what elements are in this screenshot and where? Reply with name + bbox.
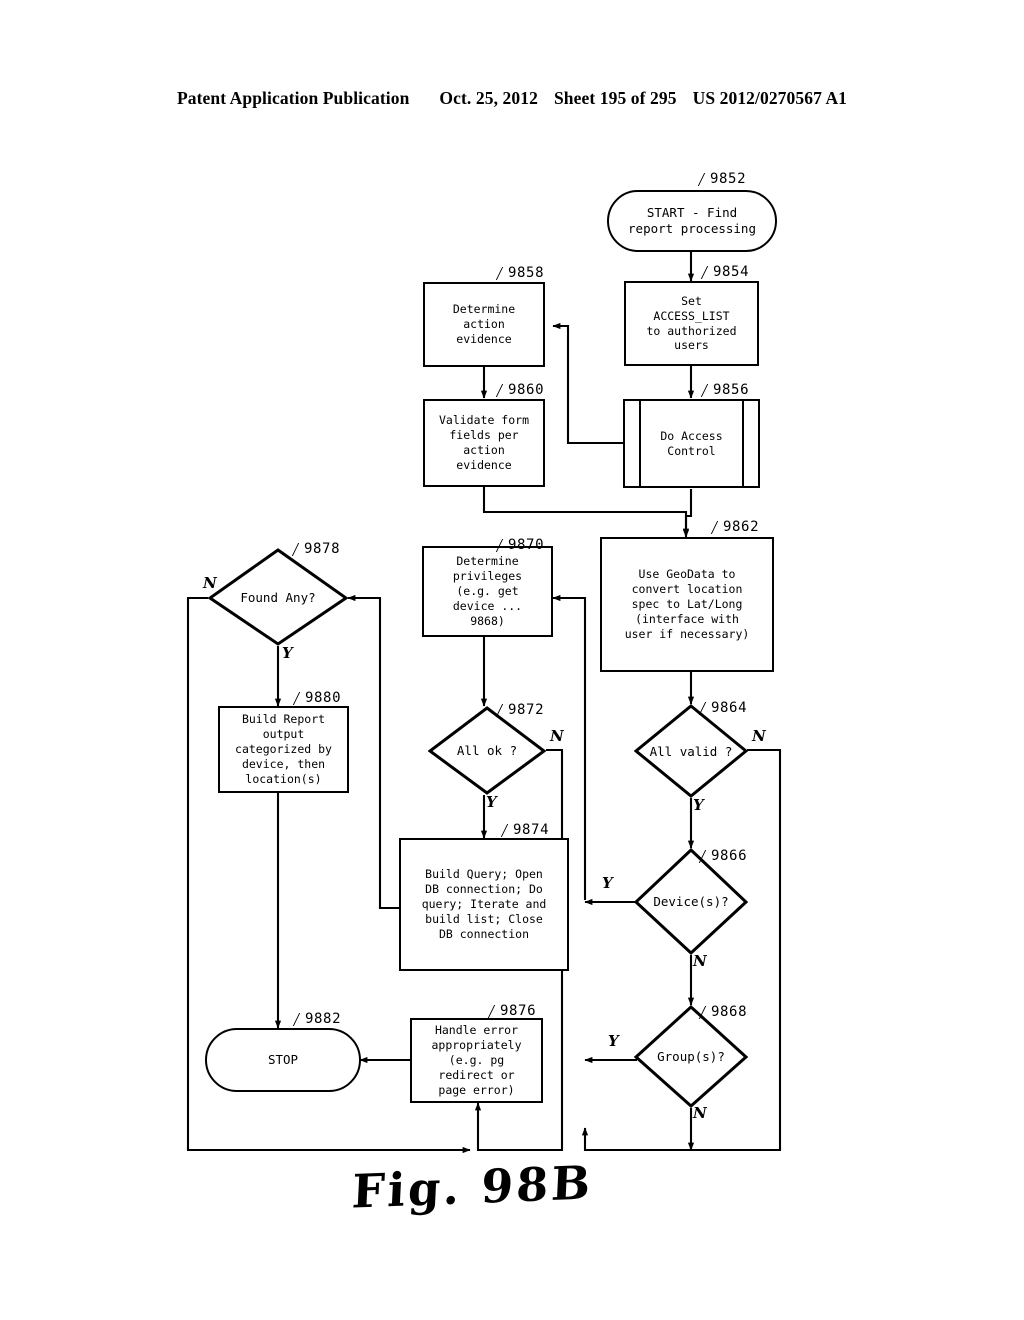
node-start-9852[interactable]: START - Find report processing <box>607 190 777 252</box>
ref-numeral-9882: 9882 <box>305 1011 342 1027</box>
patent-drawing-page: Patent Application Publication Oct. 25, 2… <box>0 0 1024 1320</box>
ref-numeral-9880: 9880 <box>305 690 342 706</box>
node-decision-9864[interactable]: All valid ? <box>634 704 748 798</box>
branch-label-9864-no: N <box>752 727 766 745</box>
ref-numeral-9856: 9856 <box>713 382 750 398</box>
node-stop-9882[interactable]: STOP <box>205 1028 361 1092</box>
node-text: Group(s)? <box>657 1049 725 1064</box>
ref-numeral-9870: 9870 <box>508 537 545 553</box>
figure-caption: Fig. 98B <box>350 1155 595 1219</box>
node-text: Device(s)? <box>653 894 729 909</box>
branch-label-9878-yes: Y <box>282 644 293 662</box>
node-decision-9872[interactable]: All ok ? <box>428 706 546 795</box>
flow-connector-layer <box>186 252 782 1154</box>
node-text: Use GeoData to convert location spec to … <box>624 567 750 641</box>
ref-numeral-9868: 9868 <box>711 1004 748 1020</box>
branch-label-9868-yes: Y <box>608 1032 619 1050</box>
ref-numeral-9852: 9852 <box>710 171 747 187</box>
branch-label-9872-yes: Y <box>486 793 497 811</box>
node-text: START - Find report processing <box>628 204 756 236</box>
ref-numeral-9864: 9864 <box>711 700 748 716</box>
ref-numeral-9866: 9866 <box>711 848 748 864</box>
node-text: STOP <box>267 1051 299 1067</box>
node-process-9870[interactable]: Determine privileges (e.g. get device ..… <box>422 546 553 637</box>
node-predefined-process-9856[interactable]: Do Access Control <box>623 399 760 488</box>
node-decision-9866[interactable]: Device(s)? <box>634 848 748 955</box>
node-text: Determine privileges (e.g. get device ..… <box>452 554 523 628</box>
branch-label-9866-yes: Y <box>602 874 613 892</box>
ref-numeral-9860: 9860 <box>508 382 545 398</box>
ref-numeral-9876: 9876 <box>500 1003 537 1019</box>
branch-label-9872-no: N <box>550 727 564 745</box>
node-text: Build Report output categorized by devic… <box>235 712 332 786</box>
ref-numeral-9878: 9878 <box>304 541 341 557</box>
node-process-9858[interactable]: Determine action evidence <box>423 282 545 367</box>
branch-label-9866-no: N <box>693 952 707 970</box>
node-text: Build Query; Open DB connection; Do quer… <box>421 867 547 941</box>
node-process-9876[interactable]: Handle error appropriately (e.g. pg redi… <box>410 1018 543 1103</box>
node-text: Found Any? <box>240 589 316 605</box>
node-text: Set ACCESS_LIST to authorized users <box>646 293 737 353</box>
node-text: All ok ? <box>456 743 518 758</box>
node-decision-9878[interactable]: Found Any? <box>208 548 348 646</box>
ref-numeral-9854: 9854 <box>713 264 750 280</box>
node-decision-9868[interactable]: Group(s)? <box>634 1005 748 1108</box>
ref-numeral-9862: 9862 <box>723 519 760 535</box>
ref-numeral-9874: 9874 <box>513 822 550 838</box>
node-process-9862[interactable]: Use GeoData to convert location spec to … <box>600 537 774 672</box>
node-process-9854[interactable]: Set ACCESS_LIST to authorized users <box>624 281 759 366</box>
node-text: Do Access Control <box>660 428 723 458</box>
node-text: All valid ? <box>649 743 733 759</box>
ref-numeral-9872: 9872 <box>508 702 545 718</box>
node-process-9860[interactable]: Validate form fields per action evidence <box>423 399 545 487</box>
node-text: Determine action evidence <box>452 302 516 346</box>
ref-numeral-9858: 9858 <box>508 265 545 281</box>
branch-label-9878-no: N <box>203 574 217 592</box>
branch-label-9868-no: N <box>693 1104 707 1122</box>
node-text: Handle error appropriately (e.g. pg redi… <box>431 1023 522 1097</box>
node-process-9880[interactable]: Build Report output categorized by devic… <box>218 706 349 793</box>
node-process-9874[interactable]: Build Query; Open DB connection; Do quer… <box>399 838 569 971</box>
node-text: Validate form fields per action evidence <box>438 413 529 472</box>
branch-label-9864-yes: Y <box>693 796 704 814</box>
